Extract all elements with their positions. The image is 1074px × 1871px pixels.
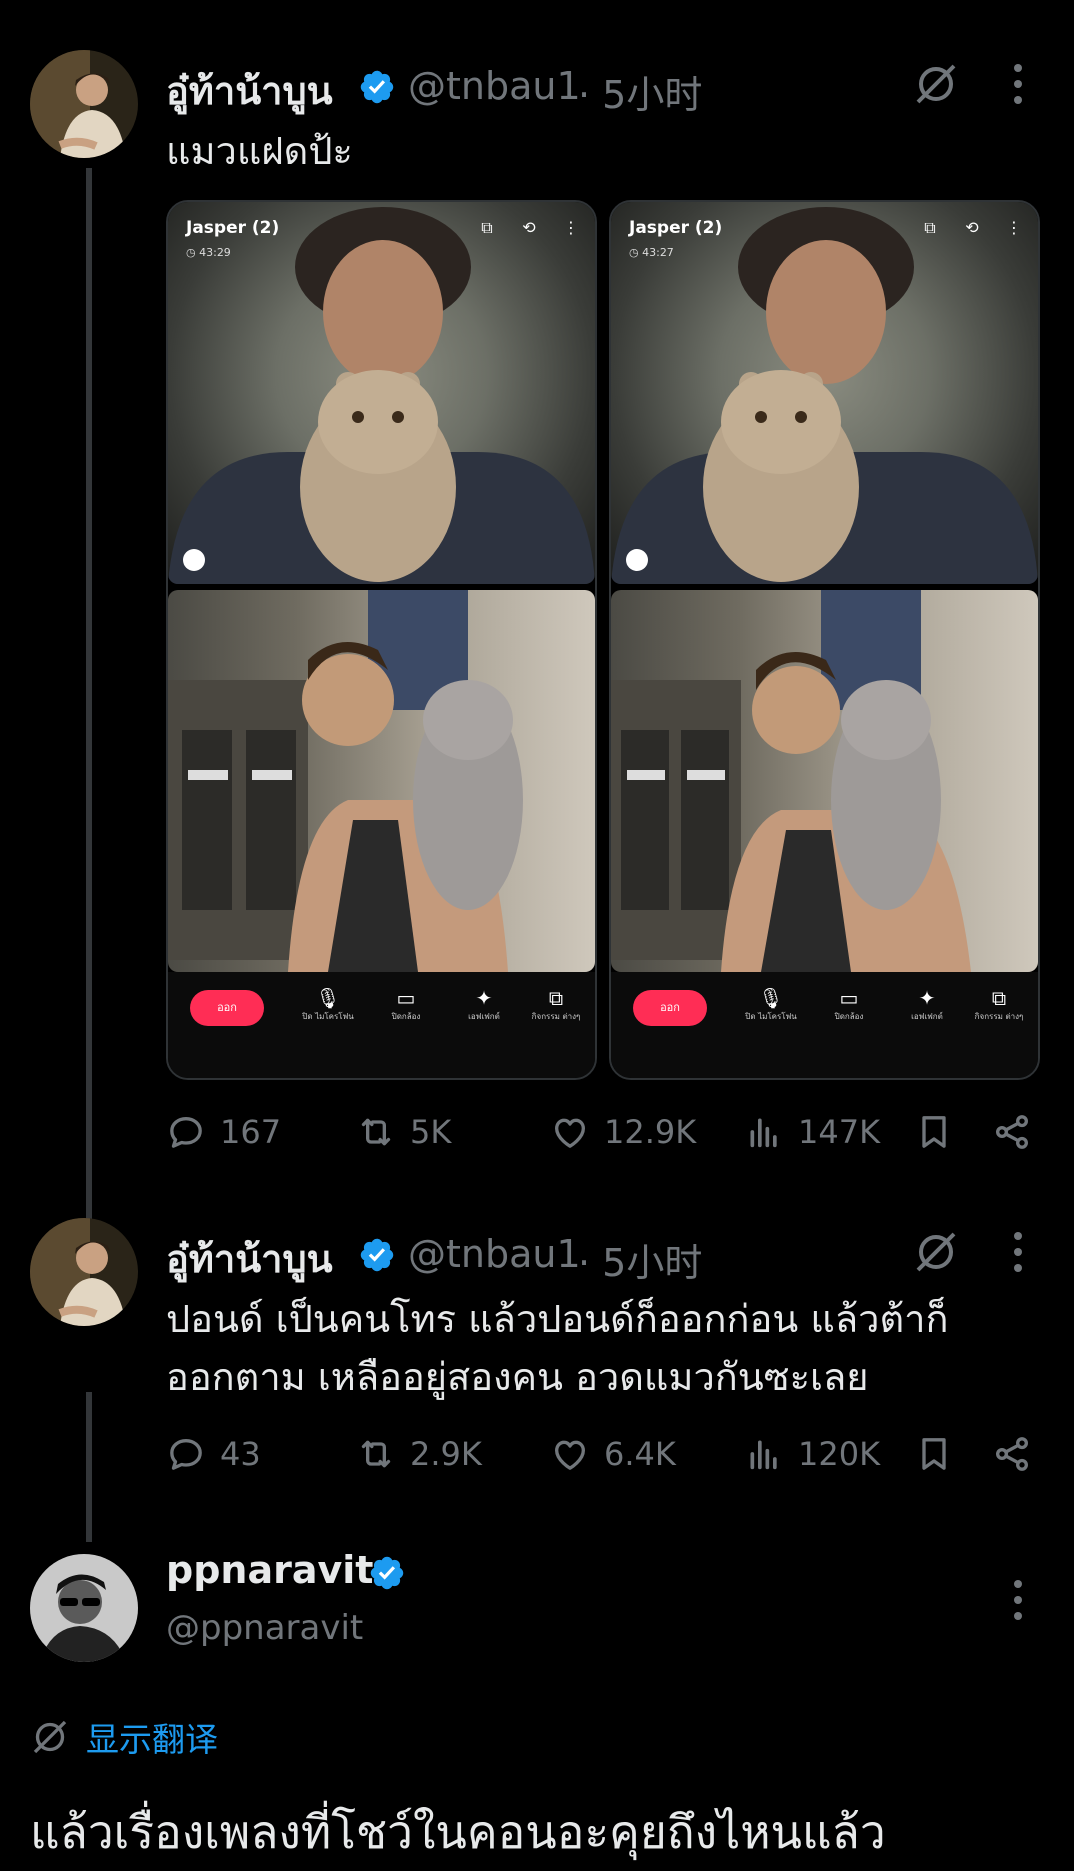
- call-control-bar: ออก 🎙︎ ปิด ไมโครโฟน ▭ ปิดกล้อง ✦ เอฟเฟกต์ ⧉…: [168, 972, 595, 1078]
- views-button[interactable]: 120K: [744, 1432, 880, 1476]
- video-call-tile: [611, 590, 1038, 972]
- camera-off-button: ▭ ปิดกล้อง: [376, 986, 436, 1022]
- activities-button: ⧉ กิจกรรม ต่างๆ: [969, 986, 1029, 1022]
- like-button[interactable]: 6.4K: [550, 1432, 676, 1476]
- like-button[interactable]: 12.9K: [550, 1110, 696, 1154]
- microphone-icon: 🎙︎: [315, 986, 341, 1010]
- activities-button: ⧉ กิจกรรม ต่างๆ: [526, 986, 586, 1022]
- share-button[interactable]: [992, 1432, 1032, 1476]
- author-handle[interactable]: @tnbau1: [408, 64, 581, 108]
- more-vertical-icon[interactable]: [1012, 64, 1024, 104]
- author-name[interactable]: ppnaravit: [166, 1548, 373, 1592]
- avatar[interactable]: [30, 1554, 138, 1662]
- more-vertical-icon: ⋮: [563, 218, 579, 237]
- like-icon: [550, 1112, 590, 1152]
- media-image[interactable]: Jasper (2) ◷ 43:27 ⧉ ⟲ ⋮ ออก 🎙︎ ปิด ไมโครโฟ…: [609, 200, 1040, 1080]
- reply-button[interactable]: 167: [166, 1110, 281, 1154]
- verified-badge-icon: [358, 1236, 396, 1274]
- bookmark-button[interactable]: [914, 1432, 954, 1476]
- author-name[interactable]: อู๋ท้าน้าบูน: [166, 60, 333, 121]
- views-icon: [744, 1112, 784, 1152]
- video-call-tile: Jasper (2) ◷ 43:29 ⧉ ⟲ ⋮: [168, 202, 595, 584]
- thread-connector-line: [86, 168, 92, 1223]
- effects-button: ✦ เอฟเฟกต์: [897, 986, 957, 1022]
- call-control-bar: ออก 🎙︎ ปิด ไมโครโฟน ▭ ปิดกล้อง ✦ เอฟเฟกต์ ⧉…: [611, 972, 1038, 1078]
- camera-icon: ▭: [396, 986, 416, 1010]
- more-vertical-icon[interactable]: [1012, 1232, 1024, 1272]
- share-icon: [992, 1434, 1032, 1474]
- call-name: Jasper (2): [186, 218, 280, 238]
- tweet-text: แมวแฝดป้ะ: [166, 129, 353, 173]
- more-vertical-icon: ⋮: [1006, 218, 1022, 237]
- translate-icon: [30, 1717, 70, 1757]
- sparkle-icon: ✦: [475, 986, 493, 1010]
- thread-connector-line: [86, 1392, 92, 1542]
- camera-icon: ▭: [839, 986, 859, 1010]
- activities-icon: ⧉: [991, 986, 1007, 1010]
- flip-camera-icon: ⟲: [522, 218, 536, 237]
- author-handle[interactable]: @tnbau1: [408, 1232, 581, 1276]
- reply-button[interactable]: 43: [166, 1432, 261, 1476]
- repost-icon: [356, 1434, 396, 1474]
- reply-text: แล้วเรื่องเพลงที่โชว์ในคอนอะคุยถึงไหนแล้…: [30, 1805, 886, 1859]
- flip-camera-icon: ⟲: [965, 218, 979, 237]
- repost-button[interactable]: 5K: [356, 1110, 451, 1154]
- views-icon: [744, 1434, 784, 1474]
- tweet-actions: 167 5K 12.9K 147K: [166, 1110, 1036, 1154]
- view-count: 147K: [798, 1113, 881, 1151]
- reply-icon: [166, 1112, 206, 1152]
- reply-icon: [166, 1434, 206, 1474]
- like-icon: [550, 1434, 590, 1474]
- author-handle[interactable]: @ppnaravit: [166, 1608, 363, 1648]
- bookmark-icon: [914, 1434, 954, 1474]
- grok-icon[interactable]: [912, 1228, 960, 1276]
- more-vertical-icon[interactable]: [1012, 1580, 1024, 1620]
- like-count: 12.9K: [604, 1113, 697, 1151]
- author-name[interactable]: อู๋ท้าน้าบูน: [166, 1228, 333, 1289]
- verified-badge-icon: [368, 1554, 406, 1592]
- effects-button: ✦ เอฟเฟกต์: [454, 986, 514, 1022]
- avatar[interactable]: [30, 50, 138, 158]
- video-call-tile: Jasper (2) ◷ 43:27 ⧉ ⟲ ⋮: [611, 202, 1038, 584]
- share-icon: [992, 1112, 1032, 1152]
- show-translation-button[interactable]: 显示翻译: [30, 1713, 218, 1761]
- tweet-text: ปอนด์ เป็นคนโทร แล้วปอนด์ก็ออกก่อน แล้วต…: [166, 1297, 949, 1399]
- bookmark-icon: [914, 1112, 954, 1152]
- activities-icon: ⧉: [548, 986, 564, 1010]
- like-count: 6.4K: [604, 1435, 676, 1473]
- view-count: 120K: [798, 1435, 881, 1473]
- sparkle-icon: ✦: [918, 986, 936, 1010]
- leave-call-button: ออก: [190, 990, 264, 1026]
- repost-count: 2.9K: [410, 1435, 482, 1473]
- repost-icon: [356, 1112, 396, 1152]
- mute-mic-button: 🎙︎ ปิด ไมโครโฟน: [741, 986, 801, 1022]
- views-button[interactable]: 147K: [744, 1110, 880, 1154]
- repost-count: 5K: [410, 1113, 452, 1151]
- reply-count: 167: [220, 1113, 282, 1151]
- tweet-actions: 43 2.9K 6.4K 120K: [166, 1432, 1036, 1476]
- share-button[interactable]: [992, 1110, 1032, 1154]
- pip-icon: ⧉: [481, 218, 493, 237]
- camera-off-button: ▭ ปิดกล้อง: [819, 986, 879, 1022]
- repost-button[interactable]: 2.9K: [356, 1432, 482, 1476]
- translate-label: 显示翻译: [86, 1720, 218, 1759]
- verified-badge-icon: [358, 68, 396, 106]
- bookmark-button[interactable]: [914, 1110, 954, 1154]
- grok-icon[interactable]: [912, 60, 960, 108]
- media-image[interactable]: Jasper (2) ◷ 43:29 ⧉ ⟲ ⋮ ออก 🎙︎ ปิด ไมโครโฟ…: [166, 200, 597, 1080]
- call-name: Jasper (2): [629, 218, 723, 238]
- timestamp[interactable]: · 5小时: [578, 1232, 702, 1287]
- call-timer: ◷ 43:27: [629, 246, 674, 259]
- microphone-icon: 🎙︎: [758, 986, 784, 1010]
- leave-call-button: ออก: [633, 990, 707, 1026]
- avatar[interactable]: [30, 1218, 138, 1326]
- pip-icon: ⧉: [924, 218, 936, 237]
- call-timer: ◷ 43:29: [186, 246, 231, 259]
- video-call-tile: [168, 590, 595, 972]
- timestamp[interactable]: · 5小时: [578, 64, 702, 119]
- mute-mic-button: 🎙︎ ปิด ไมโครโฟน: [298, 986, 358, 1022]
- reply-count: 43: [220, 1435, 261, 1473]
